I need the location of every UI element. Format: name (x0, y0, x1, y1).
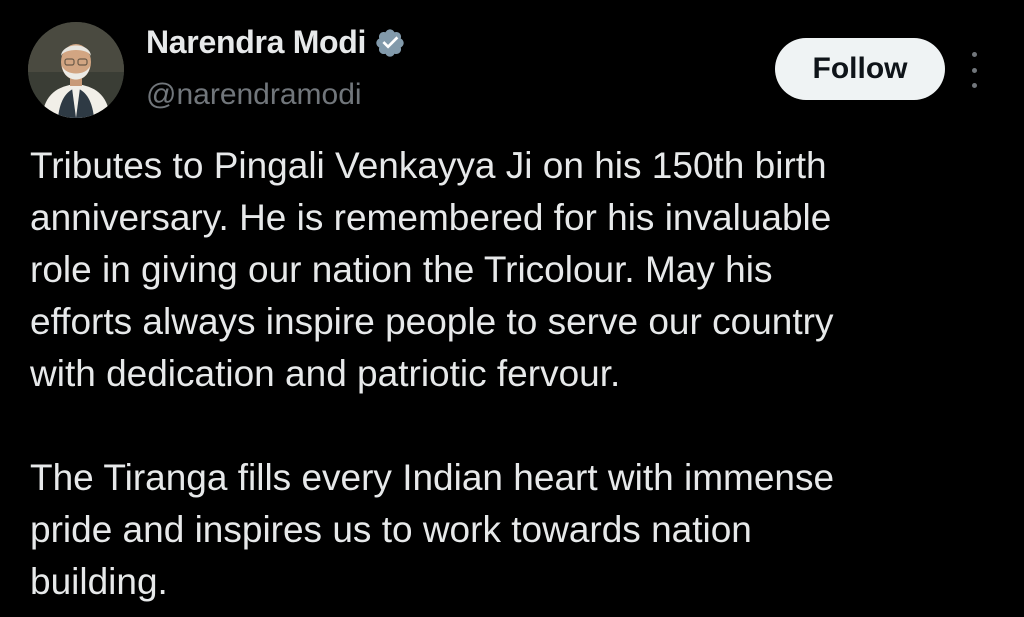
avatar[interactable] (28, 22, 124, 118)
profile-photo (28, 22, 124, 118)
more-dot (971, 83, 977, 88)
more-dot (971, 52, 977, 57)
tweet-paragraph: The Tiranga fills every Indian heart wit… (30, 457, 835, 602)
more-vertical-icon[interactable] (962, 52, 986, 88)
follow-button[interactable]: Follow (775, 38, 945, 100)
more-dot (971, 67, 977, 73)
verified-badge-icon[interactable] (374, 27, 406, 59)
author-name-row[interactable]: Narendra Modi (146, 24, 406, 61)
tweet-paragraph: Tributes to Pingali Venkayya Ji on his 1… (30, 145, 834, 394)
tweet-text: Tributes to Pingali Venkayya Ji on his 1… (30, 140, 1010, 608)
author-handle[interactable]: @narendramodi (146, 78, 362, 112)
author-display-name[interactable]: Narendra Modi (146, 24, 366, 61)
